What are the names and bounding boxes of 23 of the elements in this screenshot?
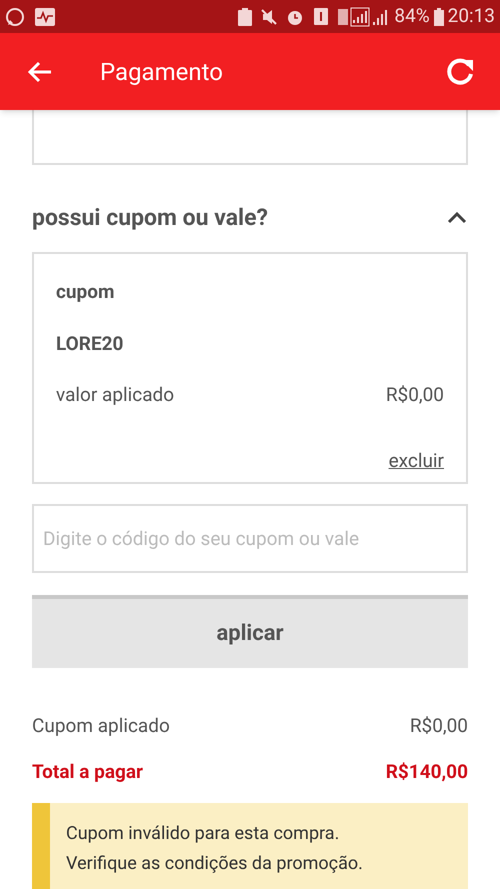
summary-value: R$0,00: [410, 712, 468, 738]
section-title: possui cupom ou vale?: [32, 203, 268, 233]
summary-value: R$140,00: [386, 759, 468, 785]
summary-label: Total a pagar: [32, 759, 143, 785]
applied-value-label: valor aplicado: [56, 382, 174, 408]
mute-icon: [260, 8, 278, 26]
summary-label: Cupom aplicado: [32, 712, 170, 738]
remove-link[interactable]: excluir: [388, 447, 444, 476]
page-title: Pagamento: [100, 56, 223, 88]
alert-text: Verifique as condições da promoção.: [66, 852, 363, 876]
pulse-icon: [35, 8, 55, 26]
battery-percent: 84%: [394, 3, 430, 30]
battery-icon: [434, 8, 444, 26]
applied-value: R$0,00: [386, 382, 444, 408]
apply-button[interactable]: aplicar: [32, 594, 468, 668]
back-arrow-icon: [27, 60, 53, 82]
coupon-input[interactable]: Digite o código do seu cupom ou vale: [32, 504, 468, 572]
coupon-label: cupom: [56, 278, 114, 304]
chat-icon: [5, 6, 25, 26]
refresh-icon: [444, 56, 476, 88]
coupon-code: LORE20: [56, 331, 124, 357]
clock: 20:13: [448, 3, 495, 30]
alert-text: Cupom inválido para esta compra.: [66, 822, 340, 846]
